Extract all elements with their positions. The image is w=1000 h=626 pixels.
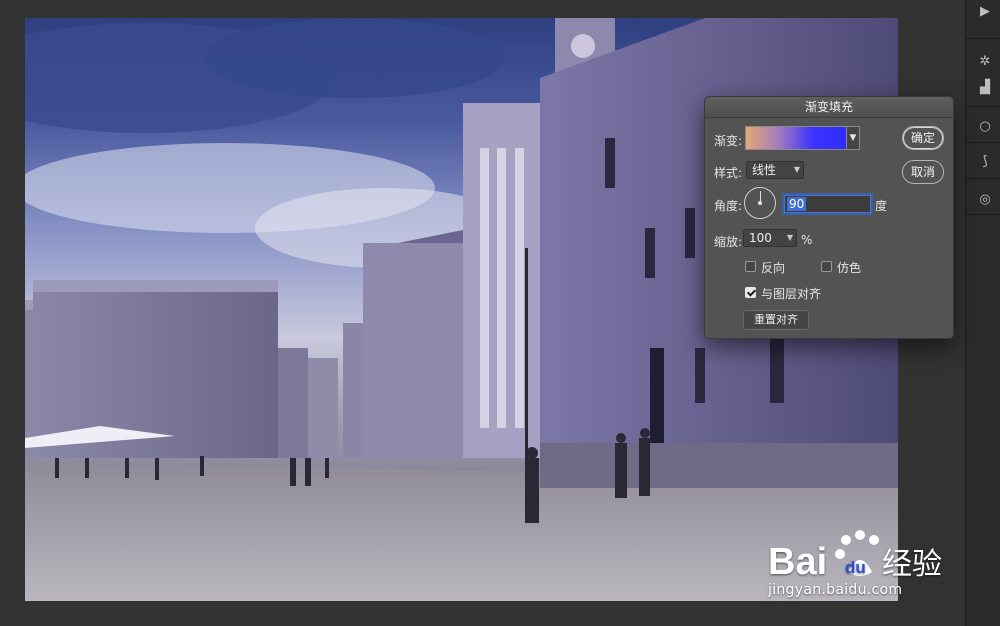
circle-icon[interactable]: ○ — [974, 115, 996, 137]
divider — [966, 142, 1000, 143]
reverse-label: 反向 — [761, 261, 786, 275]
angle-dial[interactable] — [744, 187, 776, 219]
scale-unit: % — [801, 233, 813, 247]
svg-text:Bai: Bai — [768, 541, 827, 583]
adjustments-icon[interactable]: ✲ — [974, 50, 996, 72]
gradient-label: 渐变: — [714, 134, 743, 148]
baidu-watermark: Bai du 经验 jingyan.baidu.com — [768, 518, 948, 608]
histogram-icon[interactable]: ▟ — [974, 76, 996, 98]
gradient-fill-dialog: 渐变填充 渐变: ▼ 确定 取消 样式: 线性 ▼ 角度: 90 度 缩放: 1… — [704, 96, 954, 339]
watermark-url: jingyan.baidu.com — [768, 582, 903, 598]
style-value: 线性 — [752, 163, 777, 177]
style-label: 样式: — [714, 166, 743, 180]
divider — [966, 106, 1000, 107]
align-with-layer-checkbox[interactable] — [745, 287, 756, 298]
angle-input[interactable]: 90 — [784, 195, 871, 213]
angle-label: 角度: — [714, 199, 743, 213]
chevron-down-icon[interactable]: ▼ — [847, 126, 860, 150]
play-icon[interactable]: ▶ — [974, 0, 996, 22]
scale-label: 缩放: — [714, 235, 743, 249]
dialog-title[interactable]: 渐变填充 — [705, 97, 953, 118]
brush-icon[interactable]: ⟆ — [974, 150, 996, 172]
panel-dock: ▶ ✲ ▟ ○ ⟆ ◎ — [965, 0, 1000, 626]
reverse-checkbox[interactable] — [745, 261, 756, 272]
angle-center — [758, 201, 762, 205]
dither-label: 仿色 — [837, 261, 862, 275]
reset-align-button[interactable]: 重置对齐 — [743, 310, 809, 330]
angle-unit: 度 — [875, 199, 888, 213]
dither-checkbox[interactable] — [821, 261, 832, 272]
gradient-picker[interactable] — [745, 126, 847, 150]
divider — [966, 38, 1000, 39]
style-select[interactable]: 线性 ▼ — [746, 161, 804, 179]
svg-text:du: du — [845, 558, 866, 577]
baidu-logo: Bai du 经验 — [768, 530, 942, 583]
settings-icon[interactable]: ◎ — [974, 188, 996, 210]
divider — [966, 214, 1000, 215]
cancel-button[interactable]: 取消 — [902, 160, 944, 184]
divider — [966, 178, 1000, 179]
angle-value: 90 — [787, 197, 807, 211]
scale-value: 100 — [749, 231, 772, 245]
chevron-down-icon: ▼ — [793, 165, 800, 174]
svg-text:经验: 经验 — [882, 547, 942, 582]
scale-input[interactable]: 100 ▼ — [743, 229, 797, 247]
ok-button[interactable]: 确定 — [902, 126, 944, 150]
align-with-layer-label: 与图层对齐 — [761, 287, 822, 301]
chevron-down-icon[interactable]: ▼ — [787, 230, 793, 246]
